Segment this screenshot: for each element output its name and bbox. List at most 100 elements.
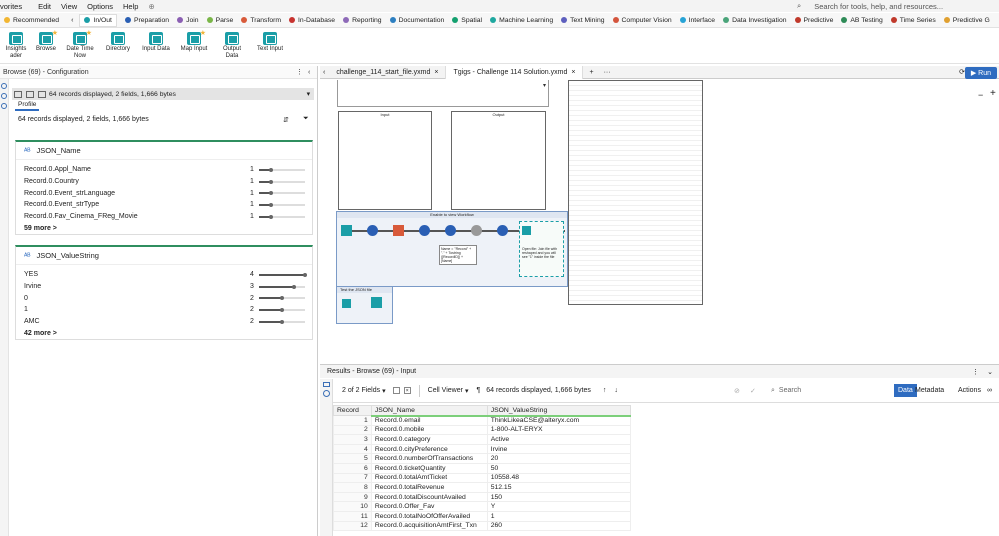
table-row[interactable]: 11 Record.0.totalNoOfOfferAvailed 1 [333, 510, 632, 522]
table-cell[interactable]: Record.0.totalRevenue [370, 482, 488, 493]
test-input-icon[interactable] [342, 299, 351, 308]
table-cell[interactable]: Record.0.ticketQuantity [370, 462, 488, 474]
table-cell[interactable]: 260 [486, 520, 632, 532]
tab-overflow-icon[interactable]: ··· [604, 69, 611, 76]
table-cell[interactable]: Active [486, 434, 632, 445]
clear-icon[interactable]: × [403, 387, 411, 394]
tab-start-file[interactable]: challenge_114_start_file.yxmd × [329, 65, 447, 79]
more-options-icon[interactable]: ⋮ [296, 68, 303, 76]
profile-value-row[interactable]: 12 [16, 304, 312, 316]
table-cell[interactable]: Record.0.numberOfTransactions [370, 453, 488, 464]
table-cell[interactable]: Record.0.cityPreference [370, 443, 488, 455]
category-in-database[interactable]: In-Database [289, 17, 335, 24]
table-row[interactable]: 9 Record.0.totalDiscountAvailed 150 [333, 491, 632, 503]
globe-icon[interactable]: ⊕ [148, 2, 154, 11]
profile-value-row[interactable]: YES 4 [16, 269, 312, 281]
check-icon[interactable]: ✓ [750, 387, 756, 395]
table-cell[interactable]: 10 [333, 501, 372, 512]
expand-icon[interactable]: + [990, 88, 996, 99]
output-box[interactable]: Output [451, 111, 546, 210]
table-cell[interactable]: Record.0.totalDiscountAvailed [370, 491, 488, 503]
more-values-link[interactable]: 59 more > [16, 222, 312, 234]
column-header[interactable]: JSON_Name [370, 405, 488, 417]
collapse-icon[interactable]: ‹ [308, 69, 310, 76]
table-row[interactable]: 7 Record.0.totalAmtTicket 10558.48 [333, 472, 632, 484]
table-cell[interactable]: Record.0.mobile [370, 424, 488, 436]
table-cell[interactable]: Record.0.totalNoOfOfferAvailed [370, 510, 488, 522]
test-container[interactable]: Test the JSON file [336, 286, 393, 324]
output-container[interactable]: Open file: Join file with reshaped and y… [519, 221, 564, 277]
category-predictive[interactable]: Predictive [794, 17, 833, 24]
summarize-tool-icon[interactable] [497, 225, 508, 236]
info-icon[interactable] [1, 103, 7, 109]
category-reporting[interactable]: Reporting [343, 17, 382, 24]
input-box[interactable]: Input [338, 111, 432, 210]
formula-comment[interactable]: Name = "Record" + "." + Tostring ([Recor… [439, 245, 477, 265]
category-data-investigation[interactable]: Data Investigation [723, 17, 787, 24]
browse-tool-icon[interactable] [371, 297, 382, 308]
data-button[interactable]: Data [894, 384, 917, 397]
table-row[interactable]: 1 Record.0.email ThinkLikeaCSE@alteryx.com [333, 415, 632, 426]
tool-date-time-now[interactable]: Date Time Now ★ [64, 30, 96, 60]
global-search[interactable]: ⌕ Search for tools, help, and resources.… [787, 1, 991, 11]
tool-directory[interactable]: Directory [102, 32, 134, 53]
table-cell[interactable]: 4 [333, 443, 372, 455]
tool-insights-ader[interactable]: Insights ader [0, 32, 32, 60]
category-documentation[interactable]: Documentation [389, 17, 444, 24]
table-cell[interactable]: ThinkLikeaCSE@alteryx.com [486, 415, 632, 426]
more-options-icon[interactable]: ⋮ [972, 368, 979, 376]
annotation-icon[interactable] [1, 93, 7, 99]
table-cell[interactable]: Record.0.totalAmtTicket [370, 472, 488, 484]
fields-selector[interactable]: 2 of 2 Fields [342, 387, 380, 394]
table-cell[interactable]: Irvine [486, 443, 632, 455]
favorite-star-icon[interactable]: ★ [52, 30, 58, 37]
category-ab-testing[interactable]: AB Testing [841, 17, 883, 24]
workflow-container[interactable]: Enable to view Workflow Open file: Join … [336, 211, 568, 287]
table-cell[interactable]: 10558.48 [486, 472, 632, 484]
close-icon[interactable]: × [571, 69, 575, 76]
table-row[interactable]: 8 Record.0.totalRevenue 512.15 [333, 482, 632, 493]
category-parse[interactable]: Parse [206, 17, 233, 24]
table-cell[interactable]: 50 [486, 462, 632, 474]
instruction-comment[interactable]: ▾ [337, 80, 549, 107]
menu-view[interactable]: View [61, 2, 77, 11]
table-row[interactable]: 4 Record.0.cityPreference Irvine [333, 443, 632, 455]
tool-browse[interactable]: Browse ★ [30, 30, 62, 53]
output-tool-icon[interactable] [522, 226, 531, 235]
chevron-down-icon[interactable]: ▾ [465, 387, 469, 395]
dropdown-icon[interactable]: ▾ [307, 90, 310, 98]
table-row[interactable]: 2 Record.0.mobile 1-800-ALT-ERYX [333, 424, 632, 436]
formula-tool-icon[interactable] [445, 225, 456, 236]
metadata-button[interactable]: Metadata [915, 387, 944, 394]
category-interface[interactable]: Interface [679, 17, 715, 24]
column-header[interactable]: JSON_ValueString [486, 405, 632, 417]
table-cell[interactable]: Y [486, 501, 632, 512]
category-join[interactable]: Join [177, 17, 199, 24]
table-cell[interactable]: Record.0.Offer_Fav [370, 501, 488, 512]
run-button[interactable]: ▶ Run [964, 67, 997, 79]
results-search-input[interactable]: ⌕ Search [771, 385, 891, 397]
table-cell[interactable]: 1 [333, 415, 372, 426]
table-cell[interactable]: 3 [333, 434, 372, 445]
table-cell[interactable]: 6 [333, 462, 372, 474]
table-cell[interactable]: 150 [486, 491, 632, 503]
results-view-icon[interactable] [323, 382, 330, 387]
tool-text-input[interactable]: Text Input [254, 32, 286, 53]
input-tool-icon[interactable] [341, 225, 352, 236]
layout-icon[interactable] [14, 90, 22, 98]
cancel-icon[interactable]: ⊘ [734, 387, 740, 395]
table-row[interactable]: 5 Record.0.numberOfTransactions 20 [333, 453, 632, 464]
tool-output-data[interactable]: Output Data [216, 32, 248, 60]
arrow-up-icon[interactable]: ↑ [603, 387, 607, 394]
tab-scroll-left-icon[interactable]: ‹ [323, 69, 325, 76]
column-header[interactable]: Record [333, 405, 372, 416]
tool-map-input[interactable]: Map Input ★ [178, 30, 210, 53]
profile-value-row[interactable]: Record.0.Fav_Cinema_FReg_Movie 1 [16, 211, 312, 223]
table-cell[interactable]: 7 [333, 472, 372, 484]
table-cell[interactable]: 9 [333, 491, 372, 503]
config-icon[interactable] [1, 83, 7, 89]
profile-value-row[interactable]: Record.0.Country 1 [16, 176, 312, 188]
table-row[interactable]: 12 Record.0.acquisitionAmtFirst_Txn 260 [333, 520, 632, 532]
menu-options[interactable]: Options [87, 2, 113, 11]
table-cell[interactable]: 12 [333, 520, 372, 532]
